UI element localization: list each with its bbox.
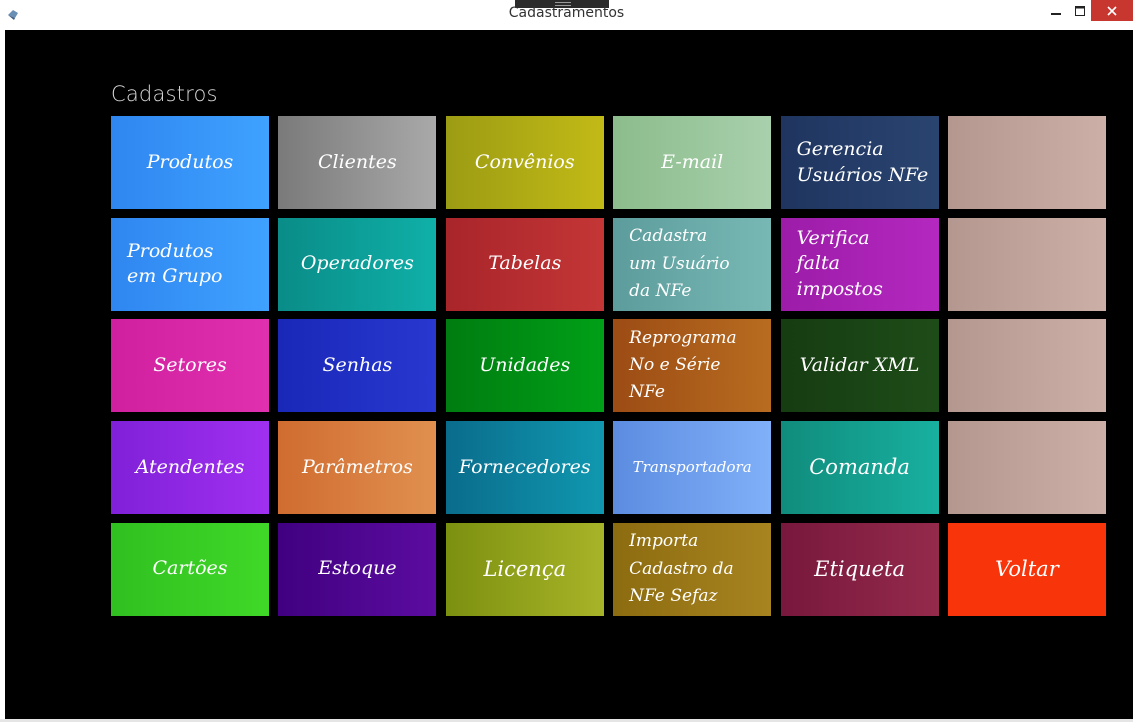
tile-empty-2 [947, 217, 1106, 311]
close-button[interactable] [1091, 0, 1133, 21]
tile-cartoes[interactable]: Cartões [111, 522, 269, 616]
section-title: Cadastros [111, 82, 218, 106]
tile-empty-1 [947, 116, 1106, 209]
tile-produtos[interactable]: Produtos [111, 116, 269, 209]
window-titlebar: Cadastramentos [0, 0, 1133, 30]
tile-unidades[interactable]: Unidades [445, 319, 604, 413]
minimize-button[interactable] [1043, 0, 1069, 21]
tile-atendentes[interactable]: Atendentes [111, 421, 269, 515]
tile-empty-4 [947, 421, 1106, 515]
tile-importa-cadastro-nfe-sefaz[interactable]: Importa Cadastro da NFe Sefaz [613, 522, 772, 616]
tile-etiqueta[interactable]: Etiqueta [780, 522, 939, 616]
tile-operadores[interactable]: Operadores [278, 217, 437, 311]
tile-voltar[interactable]: Voltar [947, 522, 1106, 616]
tile-reprograma-no-serie-nfe[interactable]: Reprograma No e Série NFe [613, 319, 772, 413]
tile-validar-xml[interactable]: Validar XML [780, 319, 939, 413]
tile-grid: Produtos Clientes Convênios E-mail Geren… [111, 116, 1106, 616]
tile-email[interactable]: E-mail [613, 116, 772, 209]
tile-clientes[interactable]: Clientes [278, 116, 437, 209]
close-icon [1107, 5, 1117, 16]
tile-fornecedores[interactable]: Fornecedores [445, 421, 604, 515]
tile-estoque[interactable]: Estoque [278, 522, 437, 616]
tile-licenca[interactable]: Licença [445, 522, 604, 616]
tile-transportadora[interactable]: Transportadora [613, 421, 772, 515]
tile-gerencia-usuarios-nfe[interactable]: Gerencia Usuários NFe [780, 116, 939, 209]
tile-cadastra-usuario-nfe[interactable]: Cadastra um Usuário da NFe [613, 217, 772, 311]
tile-comanda[interactable]: Comanda [780, 421, 939, 515]
tile-tabelas[interactable]: Tabelas [445, 217, 604, 311]
maximize-icon [1075, 5, 1085, 16]
tile-empty-3 [947, 319, 1106, 413]
tile-parametros[interactable]: Parâmetros [278, 421, 437, 515]
tile-produtos-em-grupo[interactable]: Produtos em Grupo [111, 217, 269, 311]
tile-senhas[interactable]: Senhas [278, 319, 437, 413]
tile-setores[interactable]: Setores [111, 319, 269, 413]
tile-verifica-falta-impostos[interactable]: Verifica falta impostos [780, 217, 939, 311]
tile-convenios[interactable]: Convênios [445, 116, 604, 209]
window-title: Cadastramentos [508, 5, 625, 21]
minimize-icon [1051, 12, 1061, 15]
maximize-button[interactable] [1067, 0, 1093, 21]
